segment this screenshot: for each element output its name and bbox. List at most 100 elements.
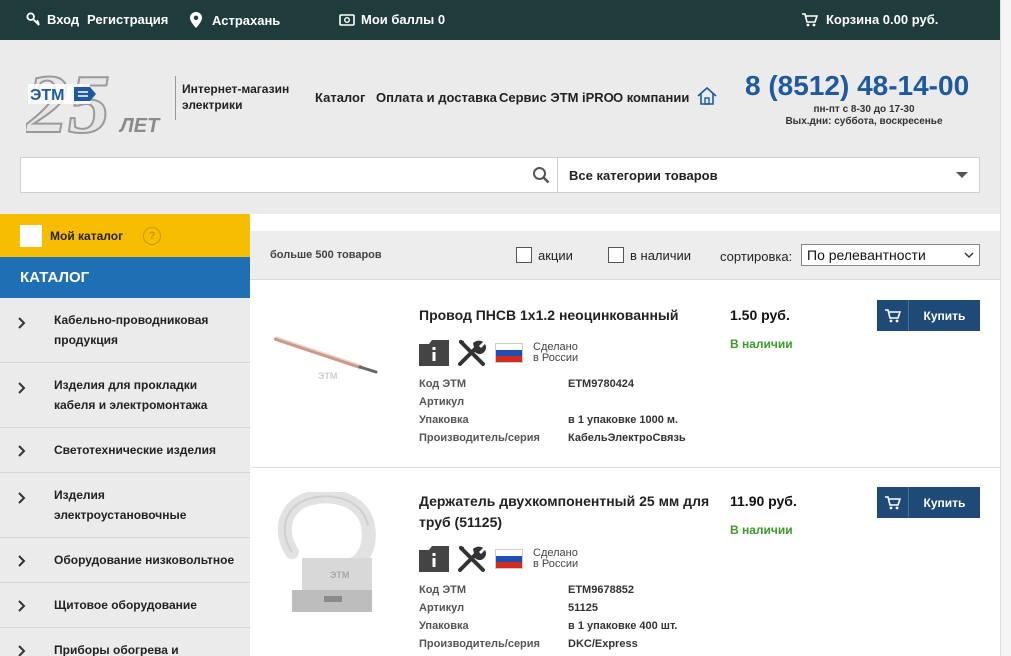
my-catalog[interactable]: Мой каталог ? bbox=[0, 214, 250, 257]
product-badges: Сделано в России bbox=[419, 545, 578, 573]
prop-value: в 1 упаковке 400 шт. bbox=[568, 620, 678, 632]
prop-value: DKC/Express bbox=[568, 638, 638, 650]
register-link[interactable]: Регистрация bbox=[87, 12, 168, 27]
made-in-line-2: в России bbox=[533, 558, 579, 570]
product-image[interactable]: ЭТМ bbox=[272, 327, 382, 392]
chevron-right-icon bbox=[18, 317, 26, 329]
filter-promo[interactable]: акции bbox=[516, 247, 573, 263]
prop-value: КабельЭлектроСвязь bbox=[568, 432, 686, 444]
my-catalog-checkbox[interactable] bbox=[20, 224, 42, 247]
prop-key: Производитель/серия bbox=[419, 638, 540, 650]
product-price: 11.90 руб. bbox=[730, 493, 797, 509]
sidebar-item-label: Изделия для прокладки кабеля и электромо… bbox=[54, 378, 208, 412]
chevron-right-icon bbox=[18, 382, 26, 394]
login-link[interactable]: Вход bbox=[26, 12, 79, 27]
logo-divider bbox=[175, 76, 176, 120]
product-name[interactable]: Держатель двухкомпонентный 25 мм для тру… bbox=[419, 491, 714, 533]
tagline: Интернет-магазин электрики bbox=[182, 82, 290, 112]
register-label: Регистрация bbox=[87, 12, 169, 27]
page-scrollbar[interactable] bbox=[1000, 0, 1011, 656]
prop-key: Производитель/серия bbox=[419, 432, 540, 444]
sort-select[interactable]: По релевантности bbox=[801, 244, 980, 266]
prop-row: Артикул bbox=[419, 393, 686, 411]
chevron-right-icon bbox=[18, 600, 26, 612]
product-card: ЭТМ Держатель двухкомпонентный 25 мм для… bbox=[250, 468, 1000, 656]
nav-payment-delivery[interactable]: Оплата и доставка bbox=[376, 90, 497, 105]
logo-text: ЭТМ bbox=[30, 87, 64, 104]
sidebar-item-switchboard[interactable]: Щитовое оборудование bbox=[0, 583, 250, 628]
sidebar-item-lighting[interactable]: Светотехнические изделия bbox=[0, 428, 250, 473]
wire-image: ЭТМ bbox=[274, 336, 378, 381]
chevron-down-icon bbox=[956, 171, 968, 178]
sidebar-item-installation[interactable]: Изделия для прокладки кабеля и электромо… bbox=[0, 363, 250, 428]
prop-key: Артикул bbox=[419, 602, 465, 614]
points-link[interactable]: Мои баллы 0 bbox=[339, 12, 445, 27]
prop-row: Производитель/серия DKC/Express bbox=[419, 635, 677, 653]
buy-button[interactable]: Купить bbox=[877, 300, 980, 331]
search-input[interactable] bbox=[21, 158, 541, 192]
sidebar-item-label: Приборы обогрева и bbox=[54, 643, 179, 656]
help-icon[interactable]: ? bbox=[143, 226, 162, 245]
made-in-russia: Сделано в России bbox=[533, 548, 578, 570]
product-name[interactable]: Провод ПНСВ 1x1.2 неоцинкованный bbox=[419, 305, 714, 326]
prop-row: Упаковка в 1 упаковке 1000 м. bbox=[419, 411, 686, 429]
city-selector[interactable]: Астрахань bbox=[190, 12, 280, 28]
sort-label: сортировка: bbox=[720, 249, 793, 264]
promo-checkbox[interactable] bbox=[516, 247, 532, 263]
chevron-down-icon bbox=[964, 252, 974, 258]
work-hours: пн-пт с 8-30 до 17-30 Вых.дни: суббота, … bbox=[775, 104, 953, 128]
product-props: Код ЭТМ ETM9780424 Артикул Упаковка в 1 уп… bbox=[419, 375, 686, 447]
sidebar-item-heating[interactable]: Приборы обогрева и bbox=[0, 628, 250, 656]
prop-row: Артикул 51125 bbox=[419, 599, 677, 617]
info-icon[interactable] bbox=[419, 546, 449, 572]
product-stock: В наличии bbox=[730, 337, 793, 351]
logo-graphic: 25 ЭТМ ЛЕТ bbox=[23, 57, 161, 152]
info-icon[interactable] bbox=[419, 340, 449, 366]
nav-ipro-service[interactable]: Сервис ЭТМ iPRO bbox=[499, 90, 614, 105]
buy-button-label: Купить bbox=[923, 308, 966, 323]
filter-in-stock[interactable]: в наличии bbox=[608, 247, 691, 263]
tools-icon[interactable] bbox=[457, 545, 487, 573]
category-select[interactable]: Все категории товаров bbox=[558, 158, 979, 192]
cart-icon bbox=[884, 308, 901, 322]
in-stock-checkbox[interactable] bbox=[608, 247, 624, 263]
cart-link[interactable]: Корзина 0.00 руб. bbox=[802, 12, 938, 27]
catalog-title: КАТАЛОГ bbox=[0, 257, 250, 298]
money-icon bbox=[339, 13, 355, 26]
main-content: больше 500 товаров акции в наличии сорти… bbox=[250, 214, 1000, 656]
category-select-value: Все категории товаров bbox=[569, 167, 718, 183]
sidebar-item-label: Светотехнические изделия bbox=[54, 443, 217, 457]
location-pin-icon bbox=[190, 12, 202, 28]
svg-text:ЭТМ: ЭТМ bbox=[318, 371, 337, 381]
nav-catalog[interactable]: Каталог bbox=[315, 90, 365, 105]
work-hours-weekend: Вых.дни: суббота, воскресенье bbox=[785, 116, 943, 127]
cart-icon bbox=[884, 495, 901, 509]
search-button[interactable] bbox=[524, 158, 558, 192]
my-catalog-label: Мой каталог bbox=[50, 228, 124, 243]
logo[interactable]: 25 ЭТМ ЛЕТ bbox=[23, 56, 166, 152]
sidebar-item-low-voltage[interactable]: Оборудование низковольтное bbox=[0, 538, 250, 583]
sidebar-item-label: Кабельно-проводниковая продукция bbox=[54, 313, 209, 347]
product-image[interactable]: ЭТМ bbox=[272, 489, 384, 623]
made-in-russia: Сделано в России bbox=[533, 342, 578, 364]
promo-label: акции bbox=[538, 247, 573, 263]
sort-select-value: По релевантности bbox=[807, 247, 926, 263]
pipe-holder-image: ЭТМ bbox=[277, 489, 376, 612]
sidebar-item-cable[interactable]: Кабельно-проводниковая продукция bbox=[0, 298, 250, 363]
prop-value: в 1 упаковке 1000 м. bbox=[568, 414, 679, 426]
work-hours-weekdays: пн-пт с 8-30 до 17-30 bbox=[813, 104, 915, 115]
top-bar: Вход Регистрация Астрахань Мои баллы 0 К… bbox=[0, 0, 1000, 40]
buy-button[interactable]: Купить bbox=[877, 487, 980, 518]
prop-row: Производитель/серия КабельЭлектроСвязь bbox=[419, 429, 686, 447]
sidebar-item-label: Изделия электроустановочные bbox=[54, 488, 187, 522]
chevron-right-icon bbox=[18, 645, 26, 656]
russia-flag-icon bbox=[495, 343, 523, 363]
product-card: ЭТМ Провод ПНСВ 1x1.2 неоцинкованный Сде… bbox=[250, 281, 1000, 468]
phone-number[interactable]: 8 (8512) 48-14-00 bbox=[745, 70, 969, 102]
tools-icon[interactable] bbox=[457, 339, 487, 367]
home-icon[interactable] bbox=[696, 85, 718, 112]
sidebar-item-wiring-devices[interactable]: Изделия электроустановочные bbox=[0, 473, 250, 538]
nav-about[interactable]: О компании bbox=[613, 90, 689, 105]
in-stock-label: в наличии bbox=[630, 247, 692, 263]
prop-row: Код ЭТМ ETM9780424 bbox=[419, 375, 686, 393]
